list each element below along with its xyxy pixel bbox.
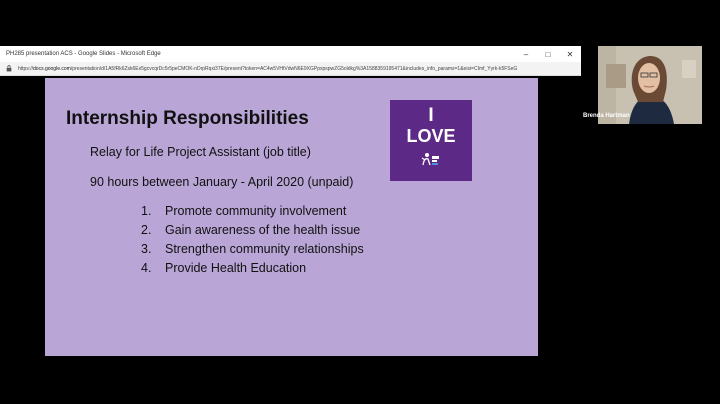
- responsibilities-list: 1. Promote community involvement 2. Gain a…: [141, 204, 364, 280]
- list-text: Provide Health Education: [165, 261, 307, 275]
- list-item: 4. Provide Health Education: [141, 261, 364, 280]
- list-item: 2. Gain awareness of the health issue: [141, 223, 364, 242]
- list-number: 1.: [141, 204, 152, 218]
- list-item: 1. Promote community involvement: [141, 204, 364, 223]
- slide-hours: 90 hours between January - April 2020 (u…: [90, 175, 354, 189]
- list-text: Strengthen community relationships: [165, 242, 364, 256]
- window-controls: – □ ✕: [515, 46, 581, 62]
- browser-window: PH285 presentation ACS - Google Slides -…: [0, 46, 581, 356]
- list-item: 3. Strengthen community relationships: [141, 242, 364, 261]
- close-icon[interactable]: ✕: [559, 46, 581, 62]
- lock-icon: [3, 62, 15, 76]
- relay-for-life-icon: [421, 153, 439, 166]
- list-number: 3.: [141, 242, 152, 256]
- maximize-icon[interactable]: □: [537, 46, 559, 62]
- url-path: /presentation/d/1A5fRk6Zsk6Ex5gcvcqrDc5r…: [70, 65, 518, 72]
- address-bar[interactable]: https://docs.google.com/presentation/d/1…: [0, 62, 581, 76]
- list-number: 2.: [141, 223, 152, 237]
- minimize-icon[interactable]: –: [515, 46, 537, 62]
- presentation-viewport[interactable]: Internship Responsibilities Relay for Li…: [0, 76, 581, 356]
- window-titlebar[interactable]: PH285 presentation ACS - Google Slides -…: [0, 46, 581, 62]
- slide-job-title: Relay for Life Project Assistant (job ti…: [90, 145, 311, 159]
- url-text[interactable]: https://docs.google.com/presentation/d/1…: [15, 66, 581, 72]
- list-text: Promote community involvement: [165, 204, 347, 218]
- slide-title: Internship Responsibilities: [66, 108, 309, 129]
- logo-line1: I: [428, 105, 434, 126]
- window-title: PH285 presentation ACS - Google Slides -…: [6, 51, 161, 57]
- slide[interactable]: Internship Responsibilities Relay for Li…: [45, 78, 538, 356]
- url-prefix: https://: [18, 65, 34, 72]
- list-text: Gain awareness of the health issue: [165, 223, 361, 237]
- url-host: docs.google.com: [33, 65, 71, 72]
- i-love-relay-logo: I LOVE: [390, 100, 472, 181]
- list-number: 4.: [141, 261, 152, 275]
- logo-line2: LOVE: [406, 126, 456, 146]
- participant-name: Brenda Hartman: [583, 113, 630, 119]
